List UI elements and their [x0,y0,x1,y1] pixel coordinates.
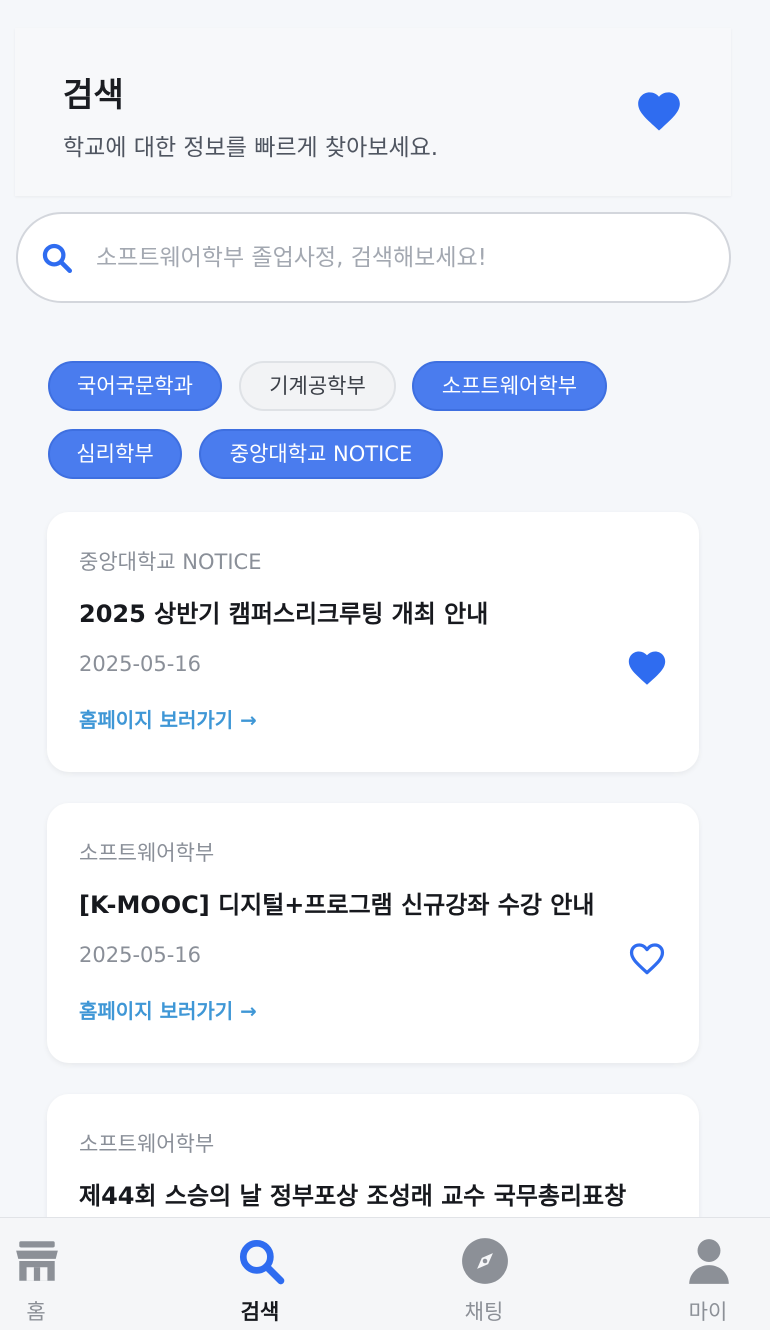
chip-software[interactable]: 소프트웨어학부 [412,361,607,411]
header-card: 검색 학교에 대한 정보를 빠르게 찾아보세요. [15,28,731,196]
card-title: [K-MOOC] 디지털+프로그램 신규강좌 수강 안내 [79,891,595,919]
search-bar[interactable] [16,212,731,303]
chip-korean-literature[interactable]: 국어국문학과 [48,361,222,411]
store-icon [16,1241,58,1281]
card-source: 소프트웨어학부 [79,1132,215,1156]
heart-icon[interactable] [634,86,684,132]
nav-label-home: 홈 [26,1300,46,1324]
chip-mechanical-engineering[interactable]: 기계공학부 [239,361,396,411]
homepage-link[interactable]: 홈페이지 보러가기 → [79,704,257,733]
homepage-link[interactable]: 홈페이지 보러가기 → [79,995,257,1024]
notice-card[interactable]: 소프트웨어학부 [K-MOOC] 디지털+프로그램 신규강좌 수강 안내 202… [47,803,699,1063]
card-title: 2025 상반기 캠퍼스리크루팅 개최 안내 [79,600,489,628]
search-page: 검색 학교에 대한 정보를 빠르게 찾아보세요. 국어국문학과 기계공학부 소프… [0,0,770,1330]
card-source: 소프트웨어학부 [79,841,215,865]
search-icon [239,1239,285,1285]
nav-label-chat: 채팅 [464,1300,504,1324]
card-date: 2025-05-16 [79,652,202,676]
notice-card[interactable]: 중앙대학교 NOTICE 2025 상반기 캠퍼스리크루팅 개최 안내 2025… [47,512,699,772]
card-date: 2025-05-16 [79,943,202,967]
search-icon[interactable] [40,241,74,275]
page-title: 검색 [63,75,124,114]
search-input[interactable] [96,236,696,280]
nav-label-my: 마이 [688,1300,728,1324]
nav-label-search: 검색 [240,1300,280,1324]
nav-home[interactable]: 홈 [0,1218,96,1330]
heart-outline-icon[interactable] [625,937,669,977]
nav-search[interactable]: 검색 [200,1218,320,1330]
card-title: 제44회 스승의 날 정부포상 조성래 교수 국무총리표창 [79,1182,627,1210]
nav-chat[interactable]: 채팅 [424,1218,544,1330]
chip-cau-notice[interactable]: 중앙대학교 NOTICE [199,429,443,479]
nav-my[interactable]: 마이 [648,1218,768,1330]
chip-psychology[interactable]: 심리학부 [48,429,182,479]
page-subtitle: 학교에 대한 정보를 빠르게 찾아보세요. [63,135,439,161]
heart-filled-icon[interactable] [625,646,669,686]
bottom-nav: 홈 검색 채팅 마이 [0,1217,770,1330]
compass-icon [462,1238,508,1284]
card-source: 중앙대학교 NOTICE [79,550,262,574]
person-icon [689,1239,729,1284]
